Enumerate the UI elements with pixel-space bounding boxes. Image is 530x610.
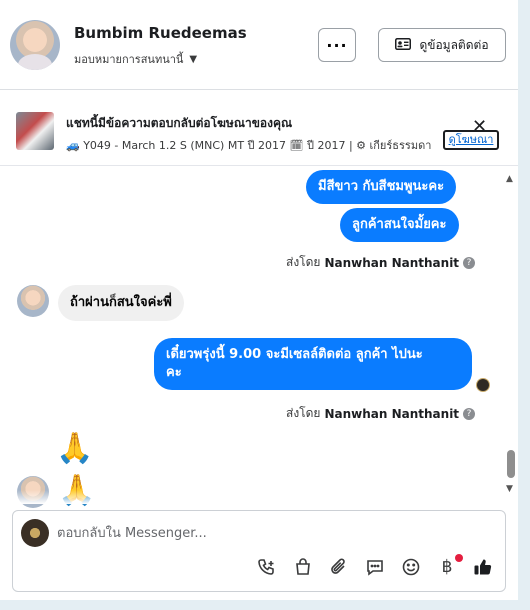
more-options-button[interactable]: ···	[318, 28, 356, 62]
messenger-panel: Bumbim Ruedeemas มอบหมายการสนทนานี้ ▼ ··…	[0, 0, 518, 600]
reply-composer: ฿	[12, 510, 506, 592]
call-icon[interactable]	[255, 555, 279, 579]
assign-label: มอบหมายการสนทนานี้	[74, 53, 184, 66]
help-icon[interactable]: ?	[463, 256, 476, 269]
ad-reply-banner: แชทนี้มีข้อความตอบกลับต่อโฆษณาของคุณ 🚙 Y…	[0, 100, 518, 166]
saved-reply-icon[interactable]	[363, 555, 387, 579]
view-ad-link[interactable]: ดูโฆษณา	[443, 130, 499, 150]
seen-indicator-avatar	[476, 378, 490, 392]
like-icon[interactable]	[471, 555, 495, 579]
outgoing-message[interactable]: ลูกค้าสนใจมั้ยคะ	[340, 208, 459, 242]
sender-name: Nanwhan Nanthanit	[324, 406, 460, 421]
more-icon: ···	[326, 35, 348, 55]
ad-banner-title: แชทนี้มีข้อความตอบกลับต่อโฆษณาของคุณ	[66, 116, 293, 130]
caret-down-icon: ▼	[189, 53, 198, 65]
reply-input[interactable]	[57, 521, 477, 545]
contact-info-label: ดูข้อมูลติดต่อ	[419, 37, 489, 52]
sent-by-prefix: ส่งโดย	[286, 406, 321, 420]
contact-card-icon	[395, 37, 412, 53]
sent-by-label: ส่งโดย Nanwhan Nanthanit ?	[286, 404, 476, 423]
paperclip-icon[interactable]	[327, 555, 351, 579]
sent-by-prefix: ส่งโดย	[286, 255, 321, 269]
sent-by-label: ส่งโดย Nanwhan Nanthanit ?	[286, 253, 476, 272]
emoji-message[interactable]: 🙏	[56, 434, 93, 464]
contact-avatar[interactable]	[10, 20, 60, 70]
scrollbar-thumb[interactable]	[507, 450, 515, 478]
assign-conversation-dropdown[interactable]: มอบหมายการสนทนานี้ ▼	[74, 50, 197, 68]
message-line: เดี๋ยวพรุ่งนี้ 9.00 จะมีเซลล์ติดต่อ ลูกค…	[166, 347, 423, 362]
contact-name[interactable]: Bumbim Ruedeemas	[74, 24, 247, 42]
message-line: คะ	[166, 365, 182, 380]
incoming-message[interactable]: ถ้าผ่านก็สนใจค่ะพี่	[58, 285, 184, 321]
bag-icon[interactable]	[291, 555, 315, 579]
ad-banner-detail: 🚙 Y049 - March 1.2 S (MNC) MT ปี 2017 🗓 …	[66, 139, 432, 152]
view-contact-info-button[interactable]: ดูข้อมูลติดต่อ	[378, 28, 506, 62]
outgoing-message[interactable]: เดี๋ยวพรุ่งนี้ 9.00 จะมีเซลล์ติดต่อ ลูกค…	[154, 338, 472, 390]
page-avatar	[21, 519, 49, 547]
emoji-icon[interactable]	[399, 555, 423, 579]
outgoing-message[interactable]: มีสีขาว กับสีชมพูนะคะ	[306, 170, 457, 204]
scroll-up-arrow-icon[interactable]: ▲	[506, 174, 513, 184]
ad-thumbnail[interactable]	[16, 112, 54, 150]
notification-dot	[455, 554, 463, 562]
conversation-header: Bumbim Ruedeemas มอบหมายการสนทนานี้ ▼ ··…	[0, 0, 518, 90]
help-icon[interactable]: ?	[463, 407, 476, 420]
contact-avatar-small	[17, 285, 49, 317]
scroll-down-arrow-icon[interactable]: ▼	[506, 484, 513, 494]
sender-name: Nanwhan Nanthanit	[324, 255, 460, 270]
scroll-fade	[0, 490, 518, 504]
